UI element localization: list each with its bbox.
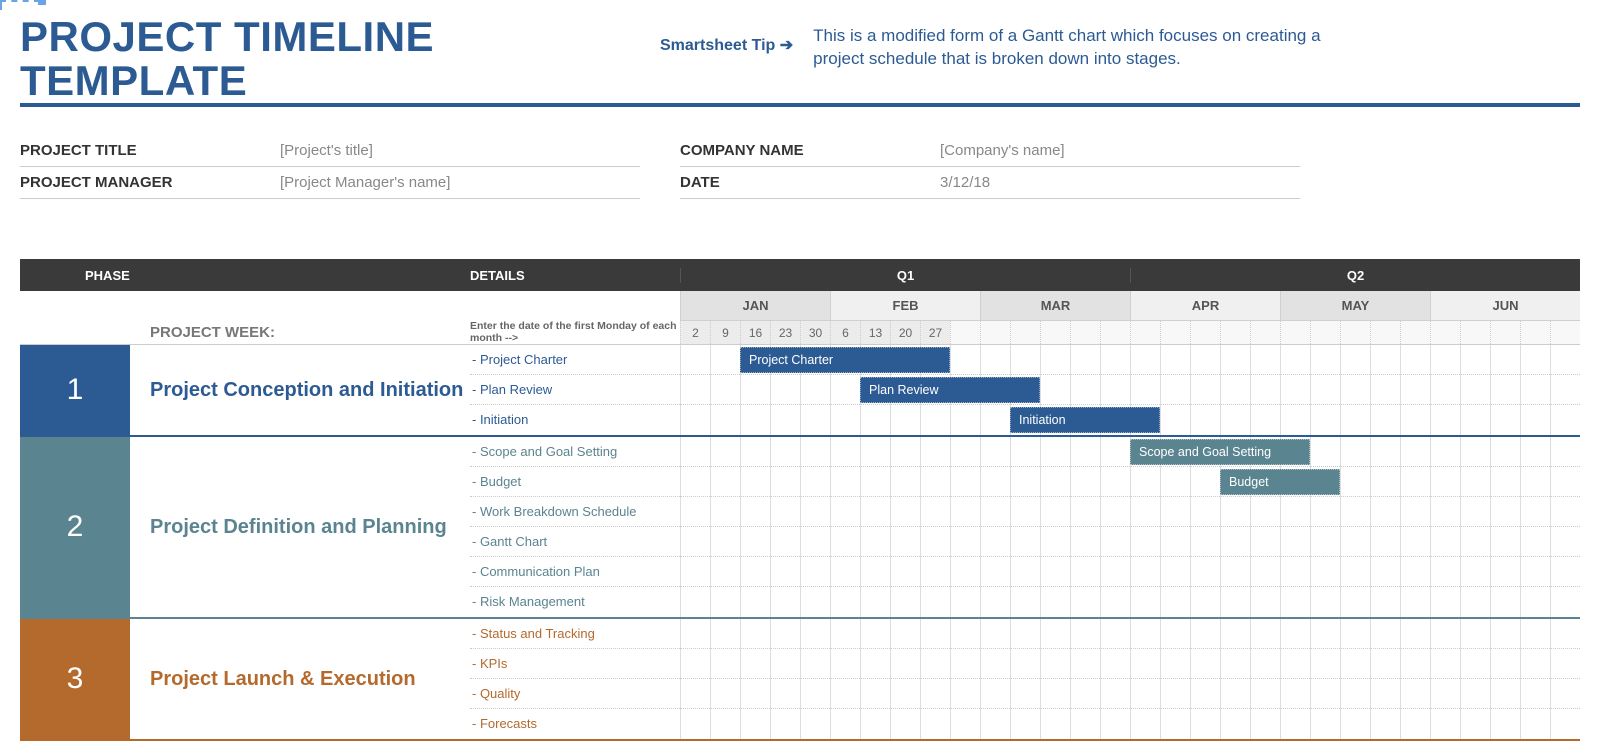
detail-item[interactable]: - Scope and Goal Setting <box>470 437 680 467</box>
month-feb: FEB <box>830 291 980 321</box>
week-cell[interactable] <box>1400 321 1430 344</box>
timeline-weeks: PROJECT WEEK: Enter the date of the firs… <box>20 321 1580 345</box>
meta-label-date: DATE <box>680 174 940 191</box>
phase-1-name: Project Conception and Initiation <box>130 345 470 435</box>
bar-project-charter[interactable]: Project Charter <box>740 347 950 373</box>
week-cell[interactable]: 13 <box>860 321 890 344</box>
col-header-q2: Q2 <box>1130 268 1580 283</box>
phase-3-details: - Status and Tracking - KPIs - Quality -… <box>470 619 680 739</box>
week-cell[interactable] <box>1550 321 1580 344</box>
week-cell[interactable] <box>1520 321 1550 344</box>
meta-value-project-manager[interactable]: [Project Manager's name] <box>280 174 450 191</box>
meta-value-company-name[interactable]: [Company's name] <box>940 142 1065 159</box>
week-cell[interactable]: 20 <box>890 321 920 344</box>
detail-item[interactable]: - Quality <box>470 679 680 709</box>
phase-1-details: - Project Charter - Plan Review - Initia… <box>470 345 680 435</box>
detail-item[interactable]: - Communication Plan <box>470 557 680 587</box>
detail-item[interactable]: - Initiation <box>470 405 680 435</box>
week-cell[interactable] <box>1040 321 1070 344</box>
timeline-header: PHASE DETAILS Q1 Q2 <box>20 259 1580 291</box>
phase-1-number: 1 <box>20 345 130 435</box>
project-meta: PROJECT TITLE [Project's title] PROJECT … <box>20 135 1580 199</box>
selection-corner-marker <box>0 0 40 10</box>
phase-3-gantt <box>680 619 1580 739</box>
page-title: PROJECT TIMELINE TEMPLATE <box>20 15 660 103</box>
week-cell[interactable] <box>1160 321 1190 344</box>
detail-item[interactable]: - KPIs <box>470 649 680 679</box>
col-header-q1: Q1 <box>680 268 1130 283</box>
detail-item[interactable]: - Risk Management <box>470 587 680 617</box>
week-cell[interactable] <box>1340 321 1370 344</box>
week-cell[interactable] <box>1250 321 1280 344</box>
detail-item[interactable]: - Forecasts <box>470 709 680 739</box>
week-cell[interactable] <box>1280 321 1310 344</box>
detail-item[interactable]: - Plan Review <box>470 375 680 405</box>
col-header-details: DETAILS <box>470 268 680 283</box>
week-cell[interactable] <box>1310 321 1340 344</box>
phase-3: 3 Project Launch & Execution - Status an… <box>20 619 1580 741</box>
week-cell[interactable]: 2 <box>680 321 710 344</box>
week-cell[interactable] <box>1220 321 1250 344</box>
month-apr: APR <box>1130 291 1280 321</box>
phase-2-details: - Scope and Goal Setting - Budget - Work… <box>470 437 680 617</box>
month-jan: JAN <box>680 291 830 321</box>
bar-plan-review[interactable]: Plan Review <box>860 377 1040 403</box>
detail-item[interactable]: - Status and Tracking <box>470 619 680 649</box>
week-cell[interactable]: 27 <box>920 321 950 344</box>
phase-3-name: Project Launch & Execution <box>130 619 470 739</box>
meta-value-date[interactable]: 3/12/18 <box>940 174 990 191</box>
week-cell[interactable] <box>1070 321 1100 344</box>
phase-1-gantt: Project Charter Plan Review Initiation <box>680 345 1580 435</box>
phase-2-number: 2 <box>20 437 130 617</box>
timeline-months: JAN FEB MAR APR MAY JUN <box>20 291 1580 321</box>
meta-label-project-title: PROJECT TITLE <box>20 142 280 159</box>
bar-scope-goal[interactable]: Scope and Goal Setting <box>1130 439 1310 465</box>
phase-1: 1 Project Conception and Initiation - Pr… <box>20 345 1580 437</box>
detail-item[interactable]: - Budget <box>470 467 680 497</box>
month-may: MAY <box>1280 291 1430 321</box>
week-cell[interactable] <box>1490 321 1520 344</box>
phase-2-gantt: Scope and Goal Setting Budget <box>680 437 1580 617</box>
phase-2-name: Project Definition and Planning <box>130 437 470 617</box>
meta-label-project-manager: PROJECT MANAGER <box>20 174 280 191</box>
week-cell[interactable] <box>1130 321 1160 344</box>
timeline-grid: PHASE DETAILS Q1 Q2 JAN FEB MAR APR MAY … <box>20 259 1580 741</box>
week-cell[interactable] <box>1430 321 1460 344</box>
week-cell[interactable] <box>980 321 1010 344</box>
project-week-label: PROJECT WEEK: <box>20 321 470 344</box>
smartsheet-tip-link[interactable]: Smartsheet Tip ➔ <box>660 15 813 55</box>
week-cell[interactable]: 23 <box>770 321 800 344</box>
week-cell[interactable]: 16 <box>740 321 770 344</box>
month-jun: JUN <box>1430 291 1580 321</box>
meta-value-project-title[interactable]: [Project's title] <box>280 142 373 159</box>
week-cell[interactable] <box>1100 321 1130 344</box>
bar-budget[interactable]: Budget <box>1220 469 1340 495</box>
details-hint: Enter the date of the first Monday of ea… <box>470 321 680 344</box>
phase-2: 2 Project Definition and Planning - Scop… <box>20 437 1580 619</box>
detail-item[interactable]: - Gantt Chart <box>470 527 680 557</box>
week-cell[interactable]: 30 <box>800 321 830 344</box>
week-cell[interactable] <box>950 321 980 344</box>
meta-label-company-name: COMPANY NAME <box>680 142 940 159</box>
week-cell[interactable] <box>1460 321 1490 344</box>
week-cell[interactable]: 9 <box>710 321 740 344</box>
week-cell[interactable] <box>1190 321 1220 344</box>
smartsheet-tip-text: This is a modified form of a Gantt chart… <box>813 15 1333 71</box>
phase-3-number: 3 <box>20 619 130 739</box>
col-header-phase: PHASE <box>60 268 400 283</box>
detail-item[interactable]: - Work Breakdown Schedule <box>470 497 680 527</box>
week-cell[interactable]: 6 <box>830 321 860 344</box>
header-bar: PROJECT TIMELINE TEMPLATE Smartsheet Tip… <box>20 15 1580 107</box>
detail-item[interactable]: - Project Charter <box>470 345 680 375</box>
month-mar: MAR <box>980 291 1130 321</box>
week-cell[interactable] <box>1370 321 1400 344</box>
week-cell[interactable] <box>1010 321 1040 344</box>
bar-initiation[interactable]: Initiation <box>1010 407 1160 433</box>
